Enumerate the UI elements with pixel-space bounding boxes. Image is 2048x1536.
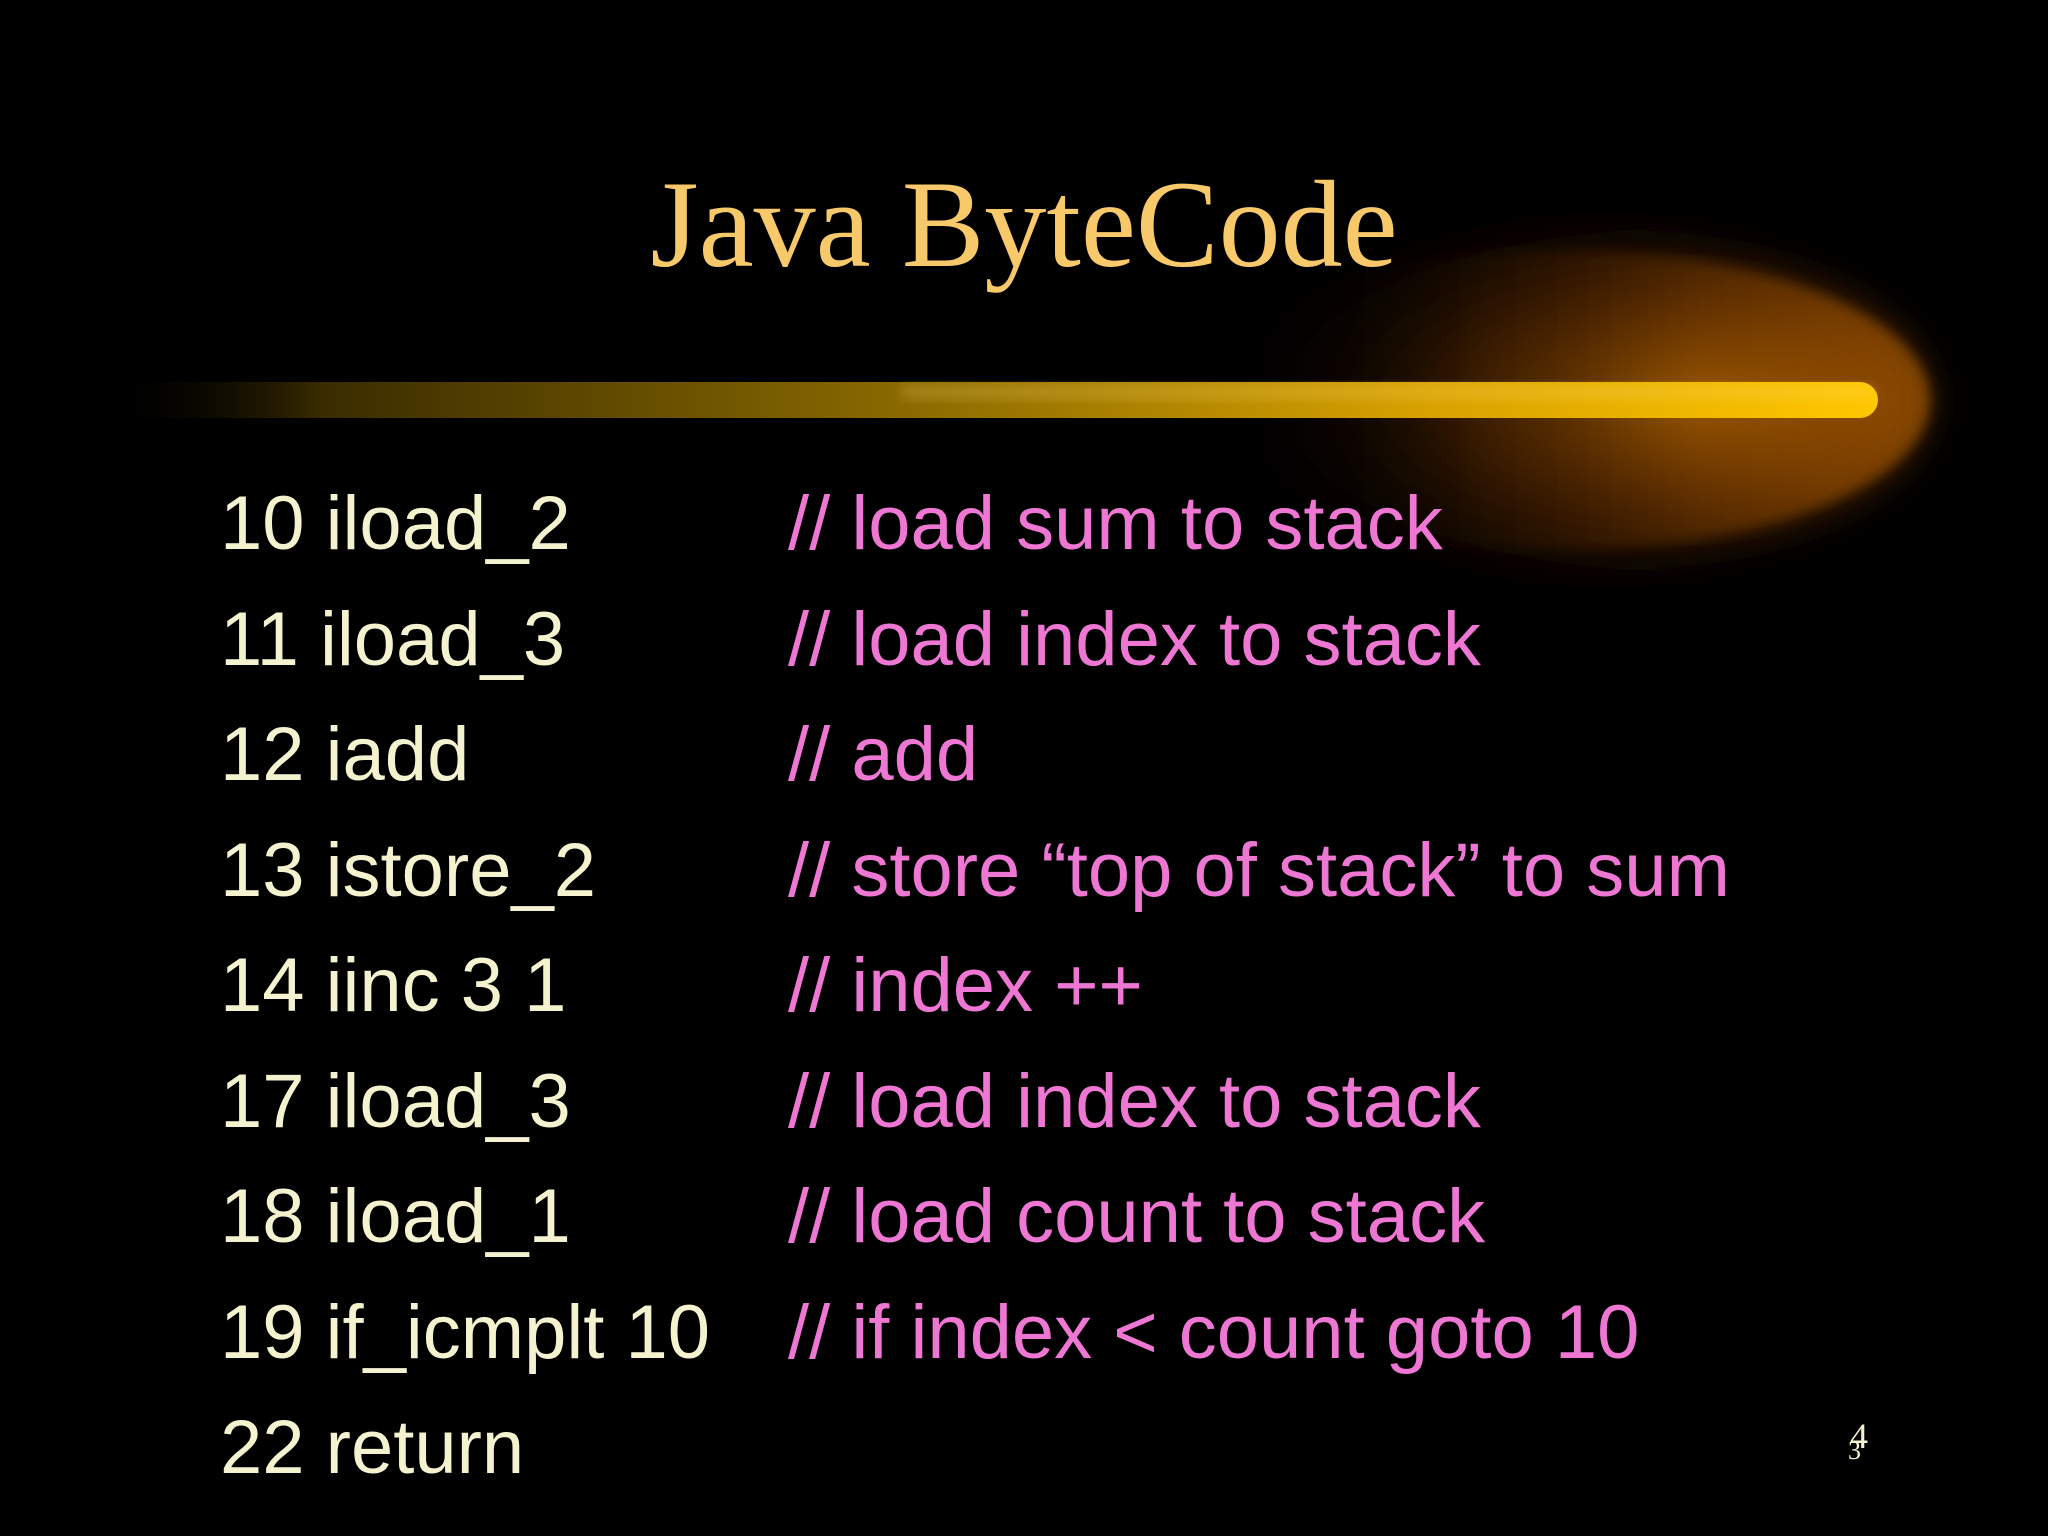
bytecode-comment: // load sum to stack — [788, 481, 1443, 567]
bytecode-comment: // load count to stack — [788, 1174, 1486, 1260]
bytecode-comment: // if index < count goto 10 — [788, 1289, 1640, 1375]
bytecode-instruction: 11 iload_3 — [220, 596, 566, 682]
bytecode-comment: // store “top of stack” to sum — [788, 827, 1730, 913]
slide: Java ByteCode 10 iload_2 // load sum to … — [0, 0, 2048, 1536]
code-line: 19 if_icmplt 10 // if index < count goto… — [220, 1275, 1730, 1391]
bytecode-instruction: 18 iload_1 — [220, 1174, 571, 1260]
code-line: 13 istore_2 // store “top of stack” to s… — [220, 813, 1730, 929]
code-line: 12 iadd // add — [220, 697, 1730, 813]
code-line: 22 return — [220, 1390, 1730, 1506]
code-line: 11 iload_3 // load index to stack — [220, 582, 1730, 698]
code-line: 10 iload_2 // load sum to stack — [220, 466, 1730, 582]
bytecode-instruction: 13 istore_2 — [220, 827, 597, 913]
bytecode-comment: // index ++ — [788, 943, 1143, 1029]
code-line: 17 iload_3 // load index to stack — [220, 1044, 1730, 1160]
code-line: 14 iinc 3 1 // index ++ — [220, 928, 1730, 1044]
page-number: 4 3 — [1848, 1418, 1872, 1468]
bytecode-instruction: 10 iload_2 — [220, 481, 571, 567]
bytecode-comment: // load index to stack — [788, 596, 1481, 682]
bytecode-instruction: 17 iload_3 — [220, 1058, 571, 1144]
slide-title: Java ByteCode — [650, 156, 1398, 293]
bytecode-comment: // add — [788, 712, 979, 798]
bytecode-comment: // load index to stack — [788, 1058, 1481, 1144]
bytecode-instruction: 19 if_icmplt 10 — [220, 1289, 711, 1375]
bytecode-instruction: 14 iinc 3 1 — [220, 943, 567, 1029]
bytecode-instruction: 12 iadd — [220, 712, 470, 798]
bytecode-instruction: 22 return — [220, 1405, 525, 1491]
code-line: 18 iload_1 // load count to stack — [220, 1159, 1730, 1275]
page-number-lower: 3 — [1848, 1436, 1861, 1465]
bytecode-listing: 10 iload_2 // load sum to stack 11 iload… — [220, 466, 1730, 1506]
